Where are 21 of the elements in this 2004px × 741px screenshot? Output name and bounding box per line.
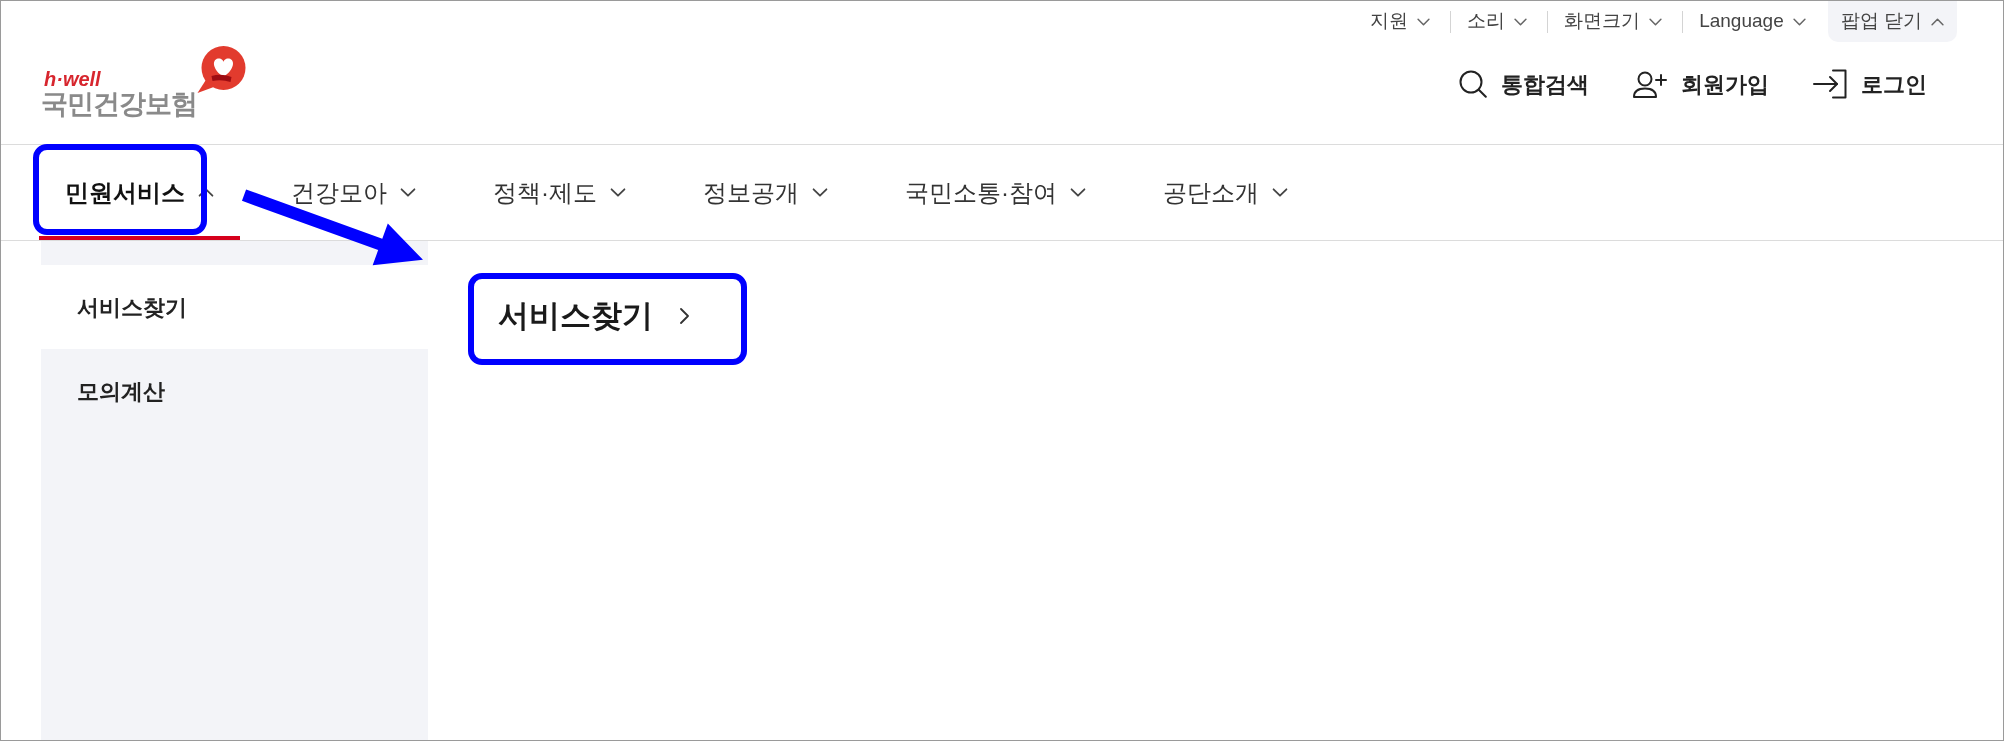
utility-menu-item[interactable]: 소리 bbox=[1467, 7, 1528, 36]
nav-tab[interactable]: 정보공개 bbox=[677, 145, 854, 240]
logo-wordmark: 국민건강보험 bbox=[41, 89, 197, 120]
login-link[interactable]: 로그인 bbox=[1813, 67, 1927, 101]
nav-tab[interactable]: 정책·제도 bbox=[467, 145, 652, 240]
sidebar-item[interactable]: 서비스찾기 bbox=[41, 265, 428, 349]
signup-link[interactable]: 회원가입 bbox=[1633, 67, 1769, 101]
nav-tab[interactable]: 공단소개 bbox=[1137, 145, 1314, 240]
logo-tagline: h·well bbox=[44, 69, 102, 89]
search-link[interactable]: 통합검색 bbox=[1459, 67, 1589, 101]
nav-tab[interactable]: 건강모아 bbox=[265, 145, 442, 240]
utility-menu-item[interactable]: Language bbox=[1699, 7, 1806, 36]
popup-close-button[interactable]: 팝업 닫기 bbox=[1827, 1, 1957, 42]
section-heading-link[interactable]: 서비스찾기 bbox=[498, 296, 689, 336]
user-plus-icon bbox=[1633, 70, 1667, 98]
utility-menu-item[interactable]: 화면크기 bbox=[1564, 7, 1663, 36]
search-icon bbox=[1459, 70, 1487, 98]
chevron-right-icon bbox=[680, 308, 689, 324]
utility-menu-item[interactable]: 지원 bbox=[1370, 7, 1431, 36]
nav-tab[interactable]: 국민소통·참여 bbox=[879, 145, 1112, 240]
login-icon bbox=[1813, 69, 1847, 99]
